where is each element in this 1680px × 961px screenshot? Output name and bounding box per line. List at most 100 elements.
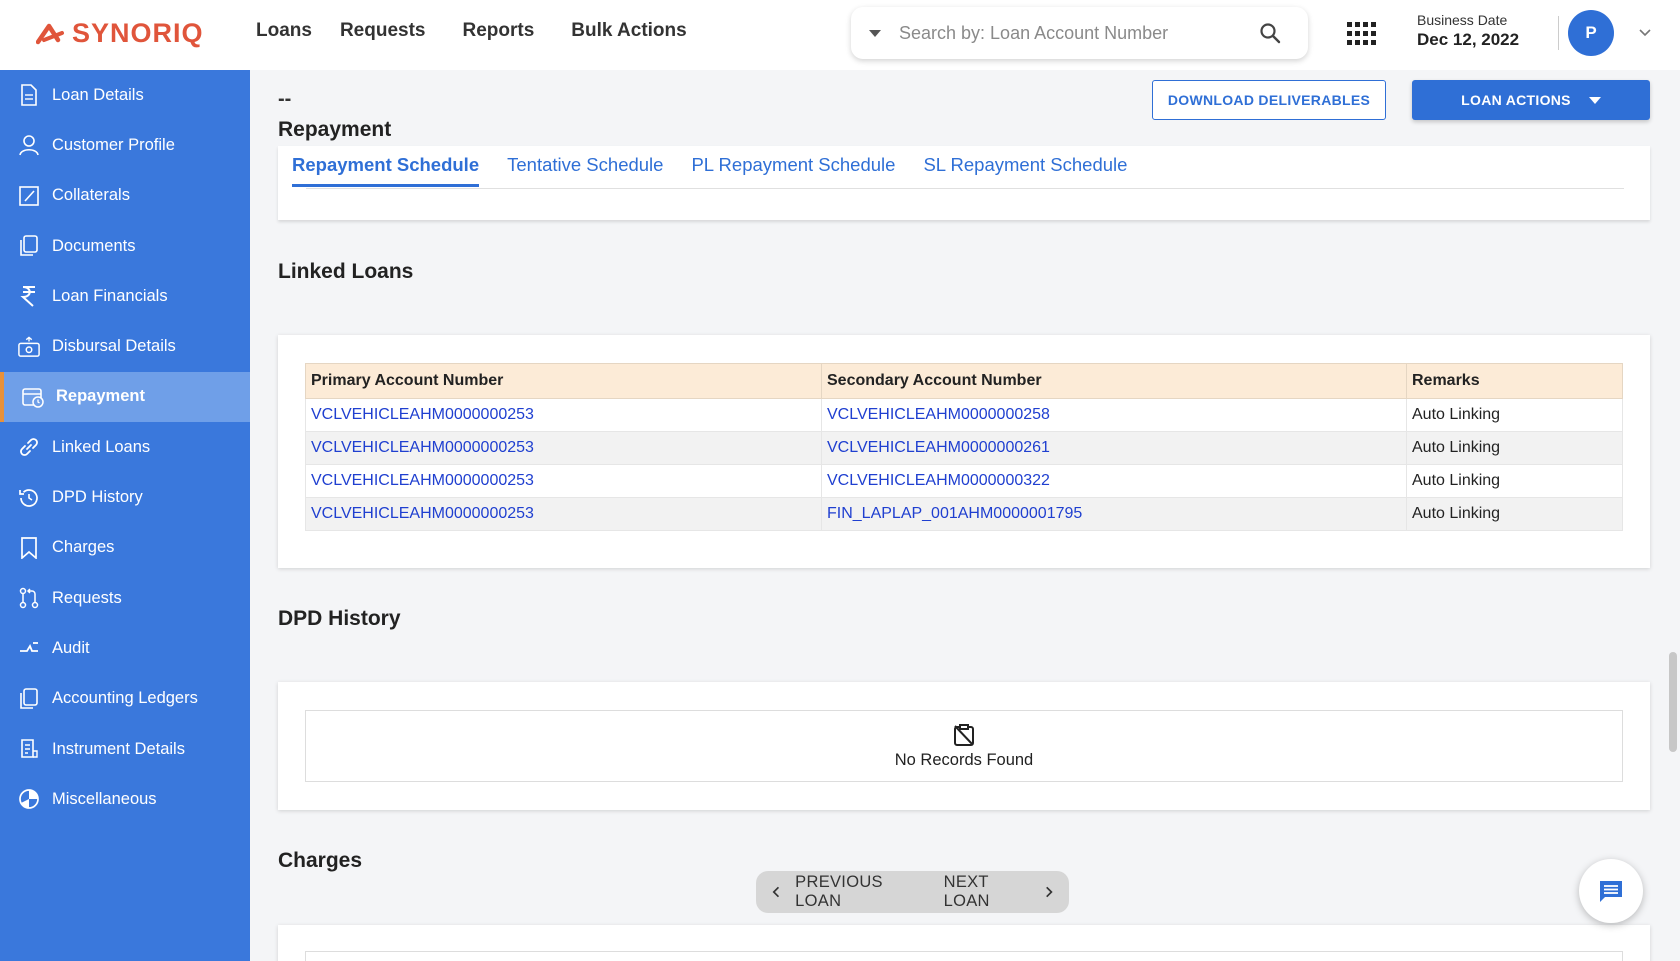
copy-icon [18,235,40,257]
secondary-account-link[interactable]: VCLVEHICLEAHM0000000261 [821,431,1407,465]
loan-actions-label: LOAN ACTIONS [1461,92,1571,108]
header-divider [1558,16,1559,50]
sidebar-item-requests[interactable]: Requests [0,573,250,623]
sidebar-item-label: Customer Profile [52,135,175,154]
column-header[interactable]: Primary Account Number [305,363,822,399]
search-icon[interactable] [1258,21,1282,45]
secondary-account-link[interactable]: VCLVEHICLEAHM0000000322 [821,464,1407,498]
sidebar-item-loan-financials[interactable]: Loan Financials [0,271,250,321]
primary-account-link[interactable]: VCLVEHICLEAHM0000000253 [305,464,822,498]
sidebar-item-miscellaneous[interactable]: Miscellaneous [0,774,250,824]
chevron-right-icon[interactable] [1042,885,1055,899]
chat-button[interactable] [1579,859,1643,923]
sidebar-item-collaterals[interactable]: Collaterals [0,171,250,221]
edit-square-icon [18,185,40,207]
avatar[interactable]: P [1568,10,1614,56]
sidebar-item-accounting-ledgers[interactable]: Accounting Ledgers [0,674,250,724]
audit-icon [18,637,40,659]
nav-reports[interactable]: Reports [462,20,534,42]
link-icon [18,436,40,458]
sidebar-item-instrument-details[interactable]: Instrument Details [0,724,250,774]
repayment-panel: Repayment Schedule Tentative Schedule PL… [278,146,1650,220]
sidebar-item-audit[interactable]: Audit [0,623,250,673]
sidebar-item-customer-profile[interactable]: Customer Profile [0,120,250,170]
linked-loans-card: Primary Account Number Secondary Account… [278,335,1650,568]
previous-loan-button[interactable]: PREVIOUS LOAN [795,873,925,911]
scrollbar[interactable] [1669,652,1677,752]
linked-loans-table: Primary Account Number Secondary Account… [305,363,1623,531]
loan-actions-button[interactable]: LOAN ACTIONS [1412,80,1650,120]
sidebar-item-label: Disbursal Details [52,337,176,356]
primary-account-link[interactable]: VCLVEHICLEAHM0000000253 [305,398,822,432]
repayment-tabs: Repayment Schedule Tentative Schedule PL… [292,154,1155,187]
sidebar-item-label: Audit [52,638,90,657]
tab-divider [306,188,1624,189]
remarks-cell: Auto Linking [1406,398,1623,432]
charges-title: Charges [278,849,363,872]
bookmark-icon [18,536,40,559]
pull-request-icon [18,587,40,609]
top-header: SYNORIQ Loans Requests Reports Bulk Acti… [0,0,1680,70]
calendar-clock-icon [22,386,44,408]
nav-loans[interactable]: Loans [256,20,312,42]
tab-sl-repayment-schedule[interactable]: SL Repayment Schedule [923,154,1127,187]
remarks-cell: Auto Linking [1406,497,1623,531]
remarks-cell: Auto Linking [1406,431,1623,465]
logo[interactable]: SYNORIQ [36,18,204,49]
repayment-title: Repayment [278,118,392,141]
chevron-left-icon[interactable] [770,885,783,899]
sidebar-item-dpd-history[interactable]: DPD History [0,472,250,522]
person-icon [18,134,40,156]
next-loan-button[interactable]: NEXT LOAN [944,873,1034,911]
primary-account-link[interactable]: VCLVEHICLEAHM0000000253 [305,497,822,531]
tab-tentative-schedule[interactable]: Tentative Schedule [507,154,663,187]
receipt-icon [18,738,40,760]
chevron-down-icon[interactable] [1638,26,1652,40]
dpd-history-card: No Records Found [278,682,1650,810]
sidebar-item-documents[interactable]: Documents [0,221,250,271]
sidebar-item-disbursal-details[interactable]: Disbursal Details [0,321,250,371]
primary-account-link[interactable]: VCLVEHICLEAHM0000000253 [305,431,822,465]
sidebar-item-linked-loans[interactable]: Linked Loans [0,422,250,472]
sidebar-item-label: Instrument Details [52,739,185,758]
search-type-dropdown-icon[interactable] [869,29,881,37]
search-input[interactable] [899,22,1239,44]
table-header-row: Primary Account Number Secondary Account… [305,363,1623,399]
column-header[interactable]: Secondary Account Number [821,363,1407,399]
main-content: -- DOWNLOAD DELIVERABLES LOAN ACTIONS Re… [250,70,1680,961]
sidebar-item-label: Repayment [56,387,145,406]
remarks-cell: Auto Linking [1406,464,1623,498]
disbursal-icon [18,336,40,358]
business-date: Business Date Dec 12, 2022 [1417,12,1519,50]
table-row: VCLVEHICLEAHM0000000253 VCLVEHICLEAHM000… [305,431,1623,465]
sidebar: Loan Details Customer Profile Collateral… [0,70,250,961]
sidebar-item-label: Loan Financials [52,286,168,305]
sidebar-item-repayment[interactable]: Repayment [0,371,250,423]
history-icon [18,487,40,509]
secondary-account-link[interactable]: FIN_LAPLAP_001AHM0000001795 [821,497,1407,531]
charges-table [305,951,1623,961]
sidebar-item-label: Charges [52,538,115,557]
sidebar-item-label: Linked Loans [52,437,151,456]
column-header[interactable]: Remarks [1406,363,1623,399]
sidebar-item-label: Collaterals [52,186,130,205]
nav-requests[interactable]: Requests [340,20,426,42]
sidebar-item-loan-details[interactable]: Loan Details [0,70,250,120]
loan-id-placeholder: -- [278,88,292,110]
brand-name: SYNORIQ [72,18,204,48]
table-row: VCLVEHICLEAHM0000000253 VCLVEHICLEAHM000… [305,464,1623,498]
sidebar-item-charges[interactable]: Charges [0,523,250,573]
search-bar [851,7,1308,59]
nav-bulk-actions[interactable]: Bulk Actions [571,20,686,42]
chat-icon [1600,881,1622,902]
no-records-icon [954,723,974,746]
dpd-history-title: DPD History [278,607,401,630]
secondary-account-link[interactable]: VCLVEHICLEAHM0000000258 [821,398,1407,432]
logo-mark-icon [36,23,64,44]
copy-icon [18,687,40,710]
tab-pl-repayment-schedule[interactable]: PL Repayment Schedule [691,154,895,187]
download-deliverables-button[interactable]: DOWNLOAD DELIVERABLES [1152,80,1386,120]
empty-state: No Records Found [305,710,1623,782]
apps-grid-icon[interactable] [1347,22,1376,46]
tab-repayment-schedule[interactable]: Repayment Schedule [292,154,480,187]
